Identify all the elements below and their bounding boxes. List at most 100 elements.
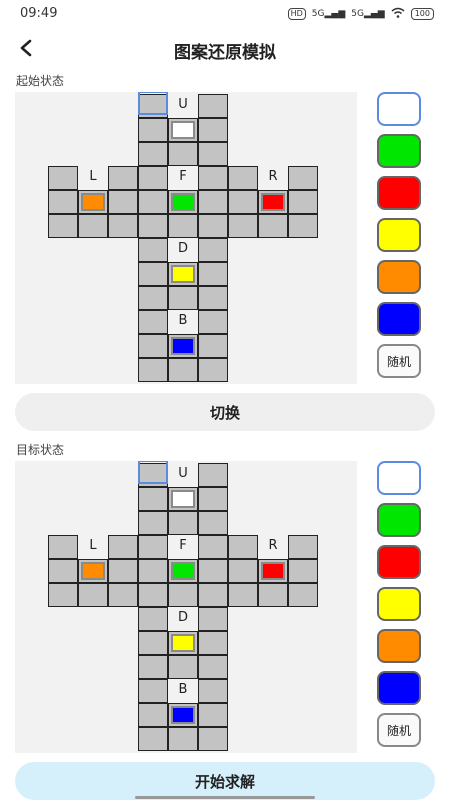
cube-cell-U-1-2[interactable] — [198, 487, 228, 511]
cube-cell-R-1-0[interactable] — [228, 190, 258, 214]
cube-cell-R-0-0[interactable] — [228, 535, 258, 559]
orange-swatch[interactable] — [377, 260, 421, 294]
cube-cell-D-2-2[interactable] — [198, 655, 228, 679]
cube-cell-U-2-2[interactable] — [198, 511, 228, 535]
cube-cell-F-0-0[interactable] — [138, 535, 168, 559]
cube-cell-L-1-0[interactable] — [48, 559, 78, 583]
cube-cell-B-0-2[interactable] — [198, 310, 228, 334]
cube-cell-B-2-0[interactable] — [138, 727, 168, 751]
cube-cell-F-1-2[interactable] — [198, 559, 228, 583]
cube-cell-D-2-1[interactable] — [168, 655, 198, 679]
random-button[interactable]: 随机 — [377, 344, 421, 378]
cube-cell-R-2-2[interactable] — [288, 583, 318, 607]
cube-cell-U-1-0[interactable] — [138, 118, 168, 142]
cube-cell-F-2-0[interactable] — [138, 214, 168, 238]
yellow-swatch[interactable] — [377, 587, 421, 621]
orange-swatch[interactable] — [377, 629, 421, 663]
cube-cell-B-2-0[interactable] — [138, 358, 168, 382]
white-swatch[interactable] — [377, 92, 421, 126]
center-sticker-U[interactable] — [171, 490, 195, 508]
cube-cell-U-2-0[interactable] — [138, 511, 168, 535]
cube-cell-B-2-2[interactable] — [198, 358, 228, 382]
cube-cell-R-0-0[interactable] — [228, 166, 258, 190]
cube-cell-L-2-2[interactable] — [108, 583, 138, 607]
center-sticker-B[interactable] — [171, 706, 195, 724]
cube-cell-L-2-1[interactable] — [78, 214, 108, 238]
cube-cell-L-2-0[interactable] — [48, 214, 78, 238]
cube-cell-D-0-0[interactable] — [138, 238, 168, 262]
cube-cell-R-1-0[interactable] — [228, 559, 258, 583]
cube-cell-D-0-0[interactable] — [138, 607, 168, 631]
white-swatch[interactable] — [377, 461, 421, 495]
cube-cell-R-1-2[interactable] — [288, 190, 318, 214]
cube-cell-B-0-2[interactable] — [198, 679, 228, 703]
cube-cell-U-2-2[interactable] — [198, 142, 228, 166]
green-swatch[interactable] — [377, 134, 421, 168]
cube-cell-B-2-1[interactable] — [168, 727, 198, 751]
center-sticker-L[interactable] — [81, 193, 105, 211]
blue-swatch[interactable] — [377, 302, 421, 336]
cube-cell-R-2-1[interactable] — [258, 214, 288, 238]
cube-cell-F-2-0[interactable] — [138, 583, 168, 607]
cube-cell-L-0-0[interactable] — [48, 535, 78, 559]
cube-cell-F-0-2[interactable] — [198, 166, 228, 190]
cube-cell-B-2-2[interactable] — [198, 727, 228, 751]
center-sticker-D[interactable] — [171, 634, 195, 652]
switch-button[interactable]: 切换 — [15, 393, 435, 431]
cube-cell-F-2-1[interactable] — [168, 583, 198, 607]
cube-cell-U-2-0[interactable] — [138, 142, 168, 166]
cube-cell-L-2-2[interactable] — [108, 214, 138, 238]
cube-cell-R-0-2[interactable] — [288, 166, 318, 190]
green-swatch[interactable] — [377, 503, 421, 537]
center-sticker-B[interactable] — [171, 337, 195, 355]
cube-cell-B-2-1[interactable] — [168, 358, 198, 382]
cube-cell-R-0-2[interactable] — [288, 535, 318, 559]
cube-cell-D-2-0[interactable] — [138, 286, 168, 310]
red-swatch[interactable] — [377, 176, 421, 210]
cube-cell-D-1-0[interactable] — [138, 631, 168, 655]
cube-cell-L-2-0[interactable] — [48, 583, 78, 607]
random-button[interactable]: 随机 — [377, 713, 421, 747]
center-sticker-D[interactable] — [171, 265, 195, 283]
yellow-swatch[interactable] — [377, 218, 421, 252]
cube-cell-U-2-1[interactable] — [168, 511, 198, 535]
cube-cell-R-1-2[interactable] — [288, 559, 318, 583]
cube-cell-B-1-0[interactable] — [138, 334, 168, 358]
cube-cell-D-1-0[interactable] — [138, 262, 168, 286]
cube-cell-L-1-2[interactable] — [108, 190, 138, 214]
cube-cell-R-2-0[interactable] — [228, 583, 258, 607]
cube-cell-F-0-0[interactable] — [138, 166, 168, 190]
cube-cell-L-2-1[interactable] — [78, 583, 108, 607]
cube-cell-F-2-1[interactable] — [168, 214, 198, 238]
cube-cell-U-1-0[interactable] — [138, 487, 168, 511]
cube-cell-D-1-2[interactable] — [198, 631, 228, 655]
cube-cell-B-1-2[interactable] — [198, 703, 228, 727]
solve-button[interactable]: 开始求解 — [15, 762, 435, 800]
cube-cell-L-1-0[interactable] — [48, 190, 78, 214]
cube-cell-F-0-2[interactable] — [198, 535, 228, 559]
cube-cell-L-0-2[interactable] — [108, 535, 138, 559]
cube-cell-F-1-0[interactable] — [138, 190, 168, 214]
cube-cell-B-1-2[interactable] — [198, 334, 228, 358]
cube-cell-L-0-2[interactable] — [108, 166, 138, 190]
center-sticker-L[interactable] — [81, 562, 105, 580]
cube-cell-R-2-2[interactable] — [288, 214, 318, 238]
cube-cell-D-0-2[interactable] — [198, 607, 228, 631]
center-sticker-R[interactable] — [261, 193, 285, 211]
cube-cell-D-1-2[interactable] — [198, 262, 228, 286]
cube-cell-F-1-2[interactable] — [198, 190, 228, 214]
cube-cell-R-2-1[interactable] — [258, 583, 288, 607]
cube-cell-B-1-0[interactable] — [138, 703, 168, 727]
cube-cell-R-2-0[interactable] — [228, 214, 258, 238]
center-sticker-F[interactable] — [171, 562, 195, 580]
blue-swatch[interactable] — [377, 671, 421, 705]
cube-cell-D-2-2[interactable] — [198, 286, 228, 310]
cube-cell-B-0-0[interactable] — [138, 679, 168, 703]
cube-cell-U-2-1[interactable] — [168, 142, 198, 166]
cube-cell-U-0-2[interactable] — [198, 94, 228, 118]
cube-cell-U-0-2[interactable] — [198, 463, 228, 487]
cube-cell-D-0-2[interactable] — [198, 238, 228, 262]
red-swatch[interactable] — [377, 545, 421, 579]
center-sticker-F[interactable] — [171, 193, 195, 211]
cube-cell-F-2-2[interactable] — [198, 583, 228, 607]
